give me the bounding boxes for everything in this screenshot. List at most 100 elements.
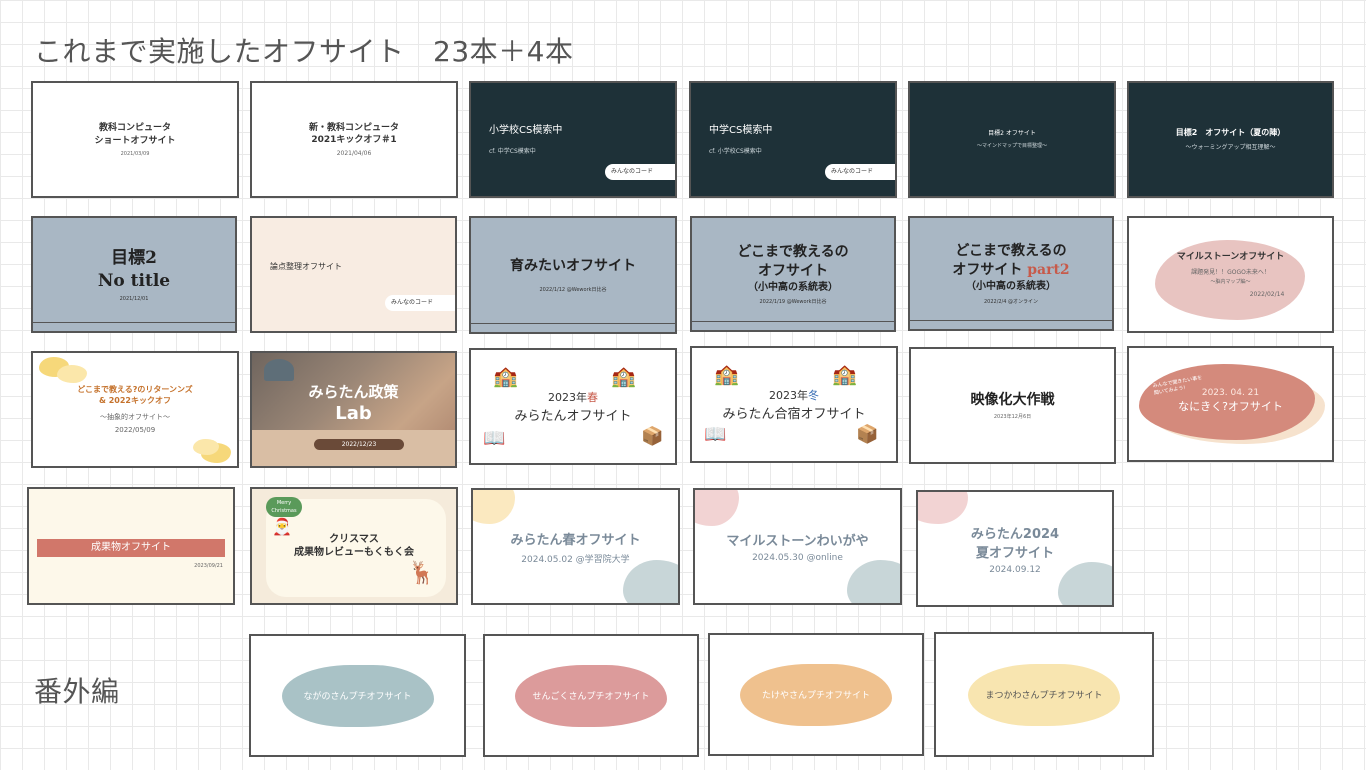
- slide-thumbnail[interactable]: 目標2 オフサイト（夏の陣） 〜ウォーミングアップ相互理解〜: [1127, 81, 1334, 198]
- slide-thumbnail[interactable]: 目標2 オフサイト 〜マインドマップで目標整理〜: [908, 81, 1116, 198]
- slide-subtitle: 2024.05.30 @online: [752, 553, 843, 563]
- lamp-icon: [264, 359, 294, 381]
- tag-label: みんなのコード: [611, 168, 654, 175]
- slide-title: 夏オフサイト: [975, 545, 1054, 561]
- slide-band: [33, 322, 235, 331]
- slide-title-accent: 冬: [807, 389, 819, 402]
- slide-title: 小学校CS模索中: [489, 125, 563, 137]
- slide-date: 2022/05/09: [114, 426, 156, 435]
- reindeer-icon: 🦌: [408, 561, 436, 586]
- speech-bubble: せんごくさんプチオフサイト: [515, 664, 667, 727]
- decorative-blob: [193, 439, 219, 455]
- school-building-icon: 🏫: [832, 362, 857, 386]
- slide-title: みらたんオフサイト: [514, 409, 632, 424]
- slide-title: 目標2 オフサイト（夏の陣）: [1175, 127, 1286, 137]
- slide-date: 2021/12/01: [119, 296, 149, 303]
- tag-label: みんなのコード: [831, 168, 874, 175]
- reading-person-icon: 📖: [704, 424, 727, 445]
- slide-title: （小中高の系統表）: [966, 281, 1056, 293]
- slide-title: 新・教科コンピュータ: [308, 122, 399, 133]
- slide-subtitle: 2022/2/4 @オンライン: [983, 298, 1039, 305]
- slide-title: No title: [97, 270, 171, 291]
- slide-title: ながのさんプチオフサイト: [303, 692, 412, 702]
- slide-title: 論点整理オフサイト: [270, 262, 342, 272]
- slide-subtitle: 〜抽象的オフサイト〜: [99, 413, 170, 422]
- slide-subtitle: 課題発見！！GOGO未来へ！: [1191, 269, 1270, 277]
- santa-icon: 🎅: [272, 517, 292, 536]
- slide-thumbnail[interactable]: みらたん政策 Lab 2022/12/23: [250, 351, 457, 468]
- page-title: これまで実施したオフサイト 23本＋4本: [34, 35, 574, 68]
- slide-subtitle: 2024.05.02 @学習院大学: [521, 554, 630, 565]
- slide-thumbnail[interactable]: 小学校CS模索中 cf. 中学CS模索中 みんなのコード: [469, 81, 677, 198]
- slide-thumbnail[interactable]: 目標2 No title 2021/12/01: [31, 216, 237, 333]
- slide-subtitle: 2024.09.12: [989, 564, 1041, 575]
- slide-date: 2021/03/09: [120, 150, 150, 157]
- slide-thumbnail[interactable]: どこまで教える?のリターンンズ & 2022キックオフ 〜抽象的オフサイト〜 2…: [31, 351, 239, 468]
- slide-band: [471, 323, 675, 332]
- decorative-blob: [1058, 562, 1112, 605]
- slide-thumbnail[interactable]: みらたん春オフサイト 2024.05.02 @学習院大学: [471, 488, 680, 605]
- slide-subtitle: 2023年12月6日: [993, 414, 1032, 421]
- slide-thumbnail[interactable]: 映像化大作戦 2023年12月6日: [909, 347, 1116, 464]
- extra-slide-thumbnail[interactable]: ながのさんプチオフサイト: [249, 634, 466, 757]
- slide-title: みらたん2024: [970, 526, 1060, 542]
- decorative-blob: [57, 365, 87, 383]
- tag-label: みんなのコード: [391, 299, 434, 306]
- slide-title: Lab: [335, 403, 372, 425]
- slide-thumbnail[interactable]: 教科コンピュータ ショートオフサイト 2021/03/09: [31, 81, 239, 198]
- school-building-icon: 🏫: [493, 364, 518, 388]
- slide-title: クリスマス: [329, 533, 379, 545]
- slide-date: 2023. 04. 21: [1201, 388, 1260, 398]
- slide-title: & 2022キックオフ: [98, 395, 171, 405]
- slide-band: [692, 321, 894, 330]
- slide-thumbnail[interactable]: Merry Christmas 🎅 🦌 クリスマス 成果物レビューもくもく会: [250, 487, 458, 605]
- slide-subtitle: 2022/1/12 @Wework日比谷: [539, 286, 607, 293]
- slide-title: 目標2 オフサイト: [988, 129, 1036, 137]
- slide-date: 2021/04/06: [336, 150, 372, 158]
- slide-title: （小中高の系統表）: [748, 281, 838, 293]
- slide-thumbnail[interactable]: 🏫 🏫 📖 📦 2023年冬 みらたん合宿オフサイト: [690, 346, 898, 463]
- slide-thumbnail[interactable]: みらたん2024 夏オフサイト 2024.09.12: [916, 490, 1114, 607]
- slide-thumbnail[interactable]: マイルストーンわいがや 2024.05.30 @online: [693, 488, 902, 605]
- slide-title: マイルストーンオフサイト: [1176, 251, 1285, 262]
- slide-thumbnail[interactable]: どこまで教えるの オフサイト part2 （小中高の系統表） 2022/2/4 …: [908, 216, 1114, 331]
- slide-subtitle: 〜脳内マップ編〜: [1210, 279, 1251, 286]
- reading-person-icon: 📖: [483, 428, 506, 449]
- school-building-icon: 🏫: [611, 364, 636, 388]
- slide-thumbnail[interactable]: 新・教科コンピュータ 2021キックオフ＃1 2021/04/06: [250, 81, 458, 198]
- speech-bubble: まつかわさんプチオフサイト: [968, 663, 1120, 726]
- slide-thumbnail[interactable]: みんなで聞きたい事を聞いてみよう! 2023. 04. 21 なにきく?オフサイ…: [1127, 346, 1334, 462]
- extra-slide-thumbnail[interactable]: まつかわさんプチオフサイト: [934, 632, 1154, 757]
- slide-tag: みんなのコード: [385, 295, 455, 311]
- section-title: 番外編: [34, 675, 120, 708]
- slide-title: 成果物オフサイト: [91, 542, 171, 553]
- badge-line: Christmas: [271, 508, 297, 514]
- slide-thumbnail[interactable]: どこまで教えるの オフサイト （小中高の系統表） 2022/1/19 @Wewo…: [690, 216, 896, 332]
- slide-title: みらたん春オフサイト: [510, 532, 641, 548]
- slide-title: オフサイト: [952, 262, 1023, 279]
- speech-bubble: ながのさんプチオフサイト: [281, 664, 434, 727]
- badge-line: Merry: [276, 500, 292, 506]
- slide-thumbnail[interactable]: マイルストーンオフサイト 課題発見！！GOGO未来へ！ 〜脳内マップ編〜 202…: [1127, 216, 1334, 333]
- date-label: 2022/12/23: [341, 441, 377, 448]
- slide-title-accent: part2: [1027, 262, 1070, 279]
- slide-thumbnail[interactable]: 🏫 🏫 📖 📦 2023年春 みらたんオフサイト: [469, 348, 677, 465]
- slide-date: 2023/09/21: [194, 563, 223, 569]
- slide-band: [910, 320, 1112, 329]
- slide-thumbnail[interactable]: 中学CS模索中 cf. 小学校CS模索中 みんなのコード: [689, 81, 897, 198]
- speech-bubble: たけやさんプチオフサイト: [740, 663, 892, 726]
- slide-title: どこまで教えるの: [955, 243, 1067, 260]
- slide-title: なにきく?オフサイト: [1178, 400, 1283, 413]
- slide-thumbnail[interactable]: 成果物オフサイト 2023/09/21: [27, 487, 235, 605]
- slide-thumbnail[interactable]: 育みたいオフサイト 2022/1/12 @Wework日比谷: [469, 216, 677, 334]
- slide-title: たけやさんプチオフサイト: [761, 691, 870, 701]
- slide-thumbnail[interactable]: 論点整理オフサイト みんなのコード: [250, 216, 457, 333]
- decorative-blob: [847, 560, 900, 603]
- extra-slide-thumbnail[interactable]: たけやさんプチオフサイト: [708, 633, 924, 756]
- extra-slide-thumbnail[interactable]: せんごくさんプチオフサイト: [483, 634, 699, 757]
- slide-subtitle: 〜ウォーミングアップ相互理解〜: [1185, 144, 1276, 152]
- slide-subtitle: cf. 小学校CS模索中: [709, 147, 762, 155]
- slide-title: 育みたいオフサイト: [510, 258, 636, 275]
- slide-title: オフサイト: [758, 262, 828, 279]
- slide-title: せんごくさんプチオフサイト: [532, 692, 650, 702]
